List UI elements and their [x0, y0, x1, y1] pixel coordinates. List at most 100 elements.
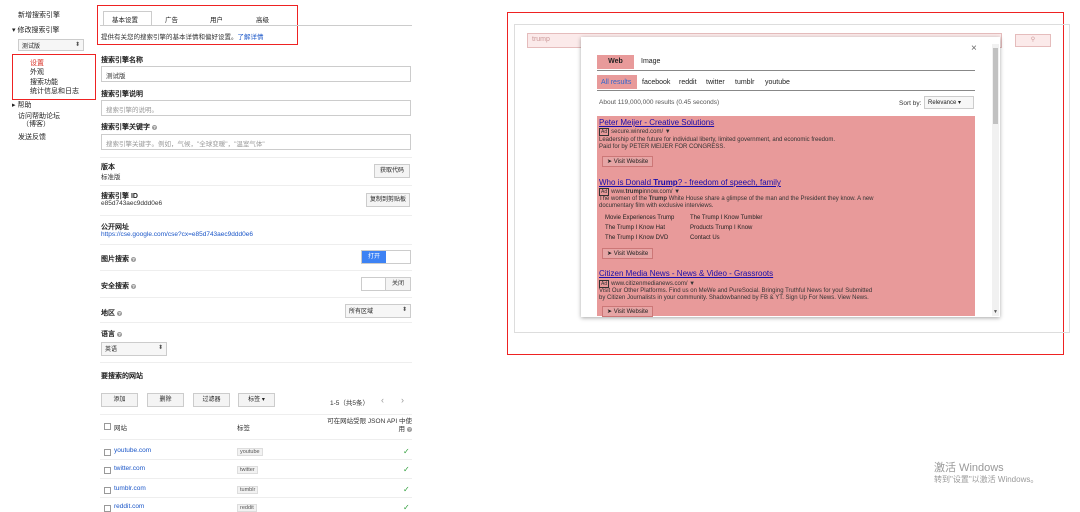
desc-input[interactable]: 搜索引擎的说明。: [101, 100, 411, 116]
row-checkbox[interactable]: [104, 449, 111, 456]
help-icon[interactable]: ?: [407, 426, 412, 432]
public-url-link[interactable]: https://cse.google.com/cse?cx=e85d743aec…: [101, 231, 253, 238]
activation-title: 激活 Windows: [934, 462, 1004, 474]
result-title[interactable]: Citizen Media News - News & Video - Gras…: [599, 269, 773, 278]
sitelink[interactable]: Movie Experiences Trump: [605, 215, 674, 221]
sidebar-forum-sub: （博客）: [22, 121, 50, 128]
tab-web[interactable]: Web: [597, 55, 634, 69]
safe-search-label: 安全搜索?: [101, 283, 136, 290]
filter-facebook[interactable]: facebook: [642, 79, 670, 86]
col-tag-header: 标签: [237, 425, 250, 432]
sidebar-item-stats[interactable]: 统计信息和日志: [30, 86, 79, 96]
new-engine-link[interactable]: 新增搜索引擎: [18, 10, 60, 20]
result-url[interactable]: Ad www.trumpinnow.com/ ▼: [599, 188, 680, 196]
name-label: 搜索引擎名称: [101, 57, 143, 64]
site-link[interactable]: reddit.com: [114, 503, 144, 510]
divider: [100, 322, 412, 323]
tab-ads[interactable]: 广告: [165, 14, 178, 24]
safe-search-toggle[interactable]: 关闭: [361, 277, 411, 291]
result-desc: Paid for by PETER MEIJER FOR CONGRESS.: [599, 144, 726, 150]
result-url[interactable]: Ad secure.winred.com/ ▼: [599, 128, 671, 136]
col-site-header: 网站: [114, 425, 127, 432]
learn-more-link[interactable]: 了解详情: [238, 34, 264, 41]
edition-value: 标准版: [101, 174, 121, 181]
sort-select[interactable]: Relevance ▾: [924, 96, 974, 109]
sitelink[interactable]: Products Trump I Know: [690, 225, 752, 231]
tab-basic[interactable]: 基本设置: [112, 14, 138, 24]
help-icon[interactable]: ?: [131, 256, 136, 262]
get-code-button[interactable]: 获取代码: [374, 164, 410, 178]
site-link[interactable]: twitter.com: [114, 465, 145, 472]
row-checkbox[interactable]: [104, 487, 111, 494]
next-page-icon[interactable]: ›: [401, 395, 404, 405]
result-url[interactable]: Ad www.citizenmedianews.com/ ▼: [599, 280, 695, 288]
tab-users[interactable]: 用户: [210, 14, 223, 24]
ad-badge: Ad: [599, 280, 610, 288]
sidebar-help[interactable]: ▸ 帮助: [12, 100, 31, 110]
filter-tumblr[interactable]: tumblr: [735, 79, 754, 86]
visit-website-button[interactable]: ➤ Visit Website: [602, 248, 654, 259]
visit-website-button[interactable]: ➤ Visit Website: [602, 306, 654, 317]
site-tag: tumblr: [237, 486, 259, 494]
help-icon[interactable]: ?: [152, 124, 157, 130]
prev-page-icon[interactable]: ‹: [381, 395, 384, 405]
engine-select[interactable]: 测试版: [18, 39, 84, 51]
check-icon: ✓: [403, 485, 410, 494]
sort-label: Sort by:: [899, 100, 922, 107]
divider: [100, 497, 412, 498]
sitelink[interactable]: The Trump I Know Tumbler: [690, 215, 762, 221]
region-label: 地区?: [101, 310, 122, 317]
row-checkbox[interactable]: [104, 467, 111, 474]
name-input[interactable]: 测试版: [101, 66, 411, 82]
sitelink[interactable]: The Trump I Know DVD: [605, 235, 668, 241]
filter-all-results[interactable]: All results: [601, 79, 631, 86]
keywords-input[interactable]: 搜索引擎关键字。例如，气候，"全球变暖"，"温室气体": [101, 134, 411, 150]
scroll-down-icon[interactable]: ▼: [993, 309, 998, 315]
image-search-label: 图片搜索?: [101, 256, 136, 263]
filter-twitter[interactable]: twitter: [706, 79, 725, 86]
help-icon[interactable]: ?: [117, 331, 122, 337]
preview-search-button[interactable]: ⚲: [1015, 34, 1051, 47]
help-icon[interactable]: ?: [117, 310, 122, 316]
divider: [100, 362, 412, 363]
search-icon: ⚲: [1030, 37, 1036, 43]
sidebar-item-appearance[interactable]: 外观: [30, 67, 44, 77]
edit-engine-toggle[interactable]: ▾ 修改搜索引擎: [12, 25, 59, 35]
sidebar-feedback[interactable]: 发送反馈: [18, 132, 46, 142]
row-checkbox[interactable]: [104, 505, 111, 512]
select-all-checkbox[interactable]: [104, 423, 111, 430]
popup-scroll-thumb[interactable]: [993, 48, 998, 124]
ad-badge: Ad: [599, 188, 610, 196]
help-icon[interactable]: ?: [131, 283, 136, 289]
activation-sub: 转到"设置"以激活 Windows。: [934, 475, 1039, 484]
image-search-toggle[interactable]: 打开: [361, 250, 411, 264]
results-count: About 119,000,000 results (0.45 seconds): [599, 99, 720, 106]
filter-button[interactable]: 过滤器: [193, 393, 230, 407]
result-title[interactable]: Peter Meijer - Creative Solutions: [599, 118, 714, 127]
tab-image[interactable]: Image: [641, 58, 660, 65]
visit-website-button[interactable]: ➤ Visit Website: [602, 156, 654, 167]
language-select[interactable]: 英语: [101, 342, 167, 356]
filter-youtube[interactable]: youtube: [765, 79, 790, 86]
close-icon[interactable]: ×: [971, 43, 977, 54]
delete-button[interactable]: 删除: [147, 393, 184, 407]
add-button[interactable]: 添加: [101, 393, 138, 407]
pagination: 1-5（共5条）: [330, 400, 370, 407]
result-desc: The women of the Trump White House share…: [599, 196, 874, 202]
site-link[interactable]: youtube.com: [114, 447, 151, 454]
chevron-down-icon: ▾: [261, 397, 265, 403]
result-title[interactable]: Who is Donald Trump? - freedom of speech…: [599, 178, 781, 187]
tabs-underline: [597, 70, 975, 71]
site-link[interactable]: tumblr.com: [114, 485, 146, 492]
filter-reddit[interactable]: reddit: [679, 79, 697, 86]
region-select[interactable]: 所有区域: [345, 304, 411, 318]
result-desc: Visit Our Other Platforms. Find us on Me…: [599, 288, 873, 294]
copy-button[interactable]: 复制到剪贴板: [366, 193, 410, 207]
tag-button[interactable]: 标签 ▾: [238, 393, 275, 407]
filters-underline: [597, 90, 975, 91]
divider: [100, 297, 412, 298]
sitelink[interactable]: Contact Us: [690, 235, 720, 241]
divider: [100, 185, 412, 186]
tab-advanced[interactable]: 高级: [256, 14, 269, 24]
sitelink[interactable]: The Trump I Know Hat: [605, 225, 665, 231]
